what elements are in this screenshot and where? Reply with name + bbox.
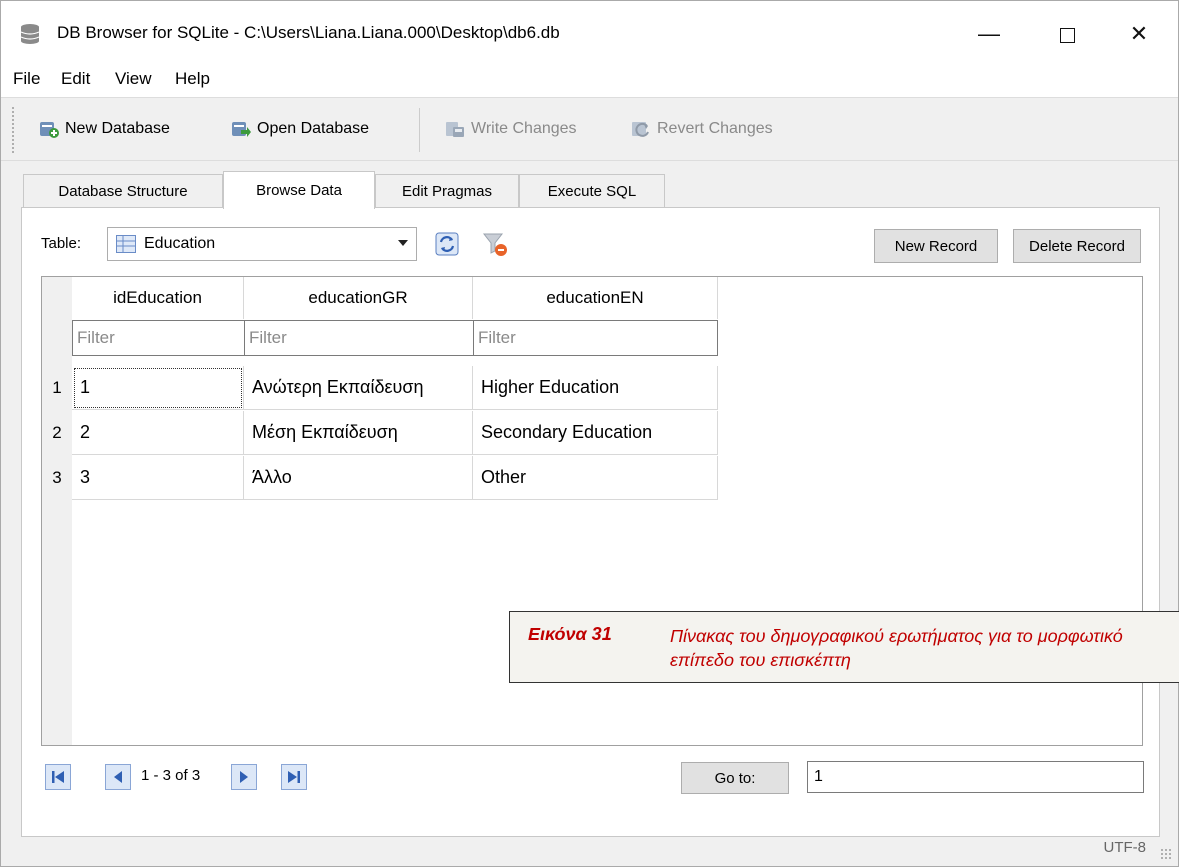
caption-text: Πίνακας του δημογραφικού ερωτήματος για …	[670, 626, 1123, 670]
tab-execute-sql[interactable]: Execute SQL	[519, 174, 665, 208]
next-page-icon	[240, 771, 248, 783]
clear-filters-button[interactable]	[479, 227, 511, 261]
goto-button[interactable]: Go to:	[681, 762, 789, 794]
database-icon	[20, 24, 40, 44]
column-header-label: educationGR	[308, 288, 408, 307]
window-title: DB Browser for SQLite - C:\Users\Liana.L…	[57, 23, 560, 42]
new-database-button[interactable]: New Database	[39, 116, 170, 142]
new-record-label: New Record	[894, 237, 978, 255]
table-cell[interactable]: 1	[72, 366, 244, 410]
revert-changes-icon	[632, 122, 649, 137]
table-cell[interactable]: Ανώτερη Εκπαίδευση	[244, 366, 473, 410]
toolbar-separator	[419, 108, 420, 152]
new-database-label: New Database	[65, 120, 170, 137]
write-changes-icon	[446, 122, 464, 137]
table-cell[interactable]: Secondary Education	[473, 411, 718, 455]
tab-label: Database Structure	[58, 183, 188, 200]
clear-filter-icon	[482, 233, 507, 256]
table-icon	[116, 235, 136, 253]
goto-label: Go to:	[714, 769, 756, 787]
table-cell[interactable]: Higher Education	[473, 366, 718, 410]
row-number[interactable]: 3	[42, 456, 72, 500]
minimize-button[interactable]: —	[966, 13, 1012, 55]
column-header-educationen[interactable]: educationEN	[473, 277, 718, 319]
goto-input[interactable]: 1	[807, 761, 1144, 793]
tab-edit-pragmas[interactable]: Edit Pragmas	[375, 174, 519, 208]
previous-page-icon	[114, 771, 122, 783]
new-database-icon	[40, 122, 59, 138]
filter-input-ideducation[interactable]: Filter	[72, 320, 245, 356]
refresh-icon	[435, 232, 459, 256]
figure-caption: Εικόνα 31 Πίνακας του δημογραφικού ερωτή…	[509, 611, 1179, 683]
caption-number: Εικόνα 31	[528, 624, 612, 644]
open-database-label: Open Database	[257, 120, 370, 137]
column-header-ideducation[interactable]: idEducation	[72, 277, 244, 319]
tab-browse-data[interactable]: Browse Data	[223, 171, 375, 209]
menu-bar: File Edit View Help	[1, 61, 1178, 97]
previous-page-button[interactable]	[105, 764, 131, 790]
table-label: Table:	[41, 235, 82, 252]
row-number[interactable]: 2	[42, 411, 72, 455]
tab-database-structure[interactable]: Database Structure	[23, 174, 223, 208]
column-header-label: idEducation	[113, 288, 202, 307]
page-range: 1 - 3 of 3	[141, 767, 201, 784]
chevron-down-icon	[398, 240, 408, 246]
row-header-column	[42, 277, 72, 745]
close-icon: ✕	[1129, 21, 1149, 46]
menu-edit[interactable]: Edit	[61, 69, 90, 89]
table-cell[interactable]: Other	[473, 456, 718, 500]
table-select[interactable]: Education	[107, 227, 417, 261]
new-record-button[interactable]: New Record	[874, 229, 998, 263]
revert-changes-button[interactable]: Revert Changes	[631, 116, 773, 142]
last-page-icon	[288, 771, 300, 783]
maximize-icon	[1059, 27, 1075, 43]
write-changes-button[interactable]: Write Changes	[445, 116, 577, 142]
menu-view[interactable]: View	[115, 69, 152, 89]
next-page-button[interactable]	[231, 764, 257, 790]
table-cell[interactable]: 3	[72, 456, 244, 500]
maximize-button[interactable]	[1044, 13, 1090, 55]
refresh-button[interactable]	[431, 227, 463, 261]
tab-label: Edit Pragmas	[401, 183, 493, 200]
revert-changes-label: Revert Changes	[657, 120, 773, 137]
open-database-icon	[232, 122, 251, 137]
column-header-educationgr[interactable]: educationGR	[244, 277, 473, 319]
first-page-icon	[52, 771, 64, 783]
filter-input-educationen[interactable]: Filter	[473, 320, 718, 356]
table-cell[interactable]: 2	[72, 411, 244, 455]
encoding-status: UTF-8	[1103, 839, 1147, 856]
delete-record-button[interactable]: Delete Record	[1013, 229, 1141, 263]
open-database-button[interactable]: Open Database	[231, 116, 369, 142]
app-window: DB Browser for SQLite - C:\Users\Liana.L…	[0, 0, 1179, 867]
toolbar-grip[interactable]	[11, 106, 15, 154]
close-button[interactable]: ✕	[1116, 13, 1162, 55]
tab-label: Execute SQL	[547, 183, 637, 200]
column-header-label: educationEN	[546, 288, 644, 307]
first-page-button[interactable]	[45, 764, 71, 790]
last-page-button[interactable]	[281, 764, 307, 790]
row-number[interactable]: 1	[42, 366, 72, 410]
title-bar: DB Browser for SQLite - C:\Users\Liana.L…	[1, 1, 1178, 61]
menu-help[interactable]: Help	[175, 69, 210, 89]
table-cell[interactable]: Άλλο	[244, 456, 473, 500]
table-cell[interactable]: Μέση Εκπαίδευση	[244, 411, 473, 455]
resize-grip[interactable]	[1160, 848, 1172, 860]
tab-label: Browse Data	[256, 182, 342, 199]
write-changes-label: Write Changes	[471, 120, 577, 137]
toolbar: New Database Open Database Write Changes	[1, 97, 1178, 161]
menu-file[interactable]: File	[13, 69, 40, 89]
selected-table: Education	[144, 235, 216, 252]
delete-record-label: Delete Record	[1029, 237, 1125, 255]
filter-input-educationgr[interactable]: Filter	[244, 320, 474, 356]
